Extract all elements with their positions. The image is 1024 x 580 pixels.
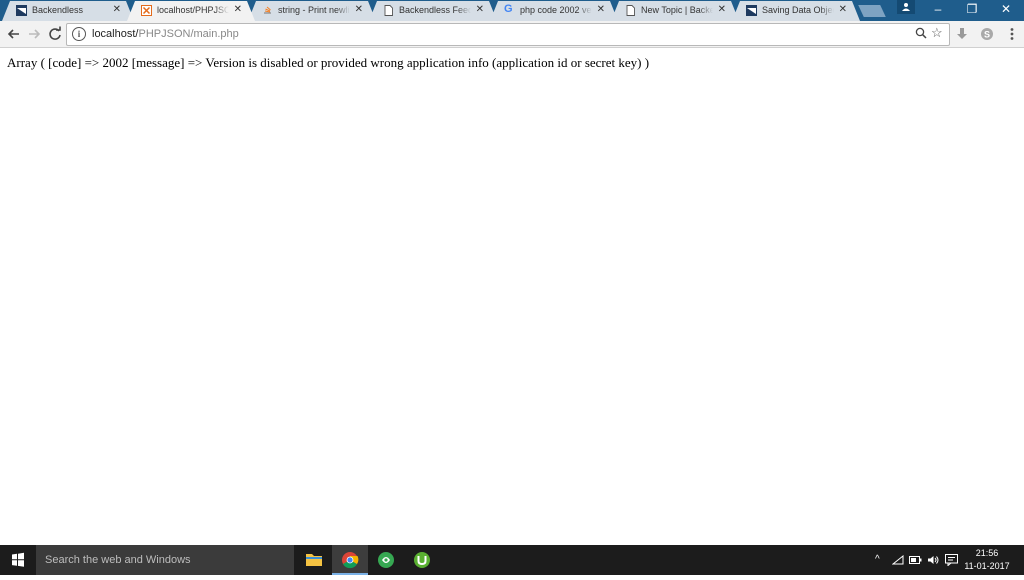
restore-button[interactable]: ❐ [955,0,989,20]
backendless-icon [16,5,27,16]
kebab-menu-icon [1010,28,1014,40]
utorrent-icon [414,552,430,568]
speaker-icon[interactable] [927,555,940,565]
address-bar[interactable]: i localhost/PHPJSON/main.php ☆ [66,23,950,46]
reload-icon [49,26,61,40]
tab-label: localhost/PHPJSON [157,5,229,15]
zoom-icon[interactable] [915,27,927,42]
chrome-button[interactable] [332,545,368,575]
tab-localhost[interactable]: localhost/PHPJSON ✕ [127,1,255,21]
start-button[interactable] [0,545,36,575]
tab-google-search[interactable]: G php code 2002 ver ✕ [490,1,618,21]
tab-backendless-feedback[interactable]: Backendless Feedb ✕ [369,1,497,21]
page-icon [384,5,393,16]
tab-label: php code 2002 ver [520,5,592,15]
battery-icon[interactable] [909,555,922,565]
tab-new-topic[interactable]: New Topic | Backer ✕ [611,1,739,21]
close-icon[interactable]: ✕ [355,4,363,16]
php-output-text: Array ( [code] => 2002 [message] => Vers… [7,55,650,70]
user-icon [902,3,910,11]
tab-label: string - Print newlin [278,5,350,15]
new-tab-button[interactable] [858,5,886,17]
windows-logo-icon [12,552,24,567]
arrow-left-icon [7,29,19,39]
arrow-right-icon [29,29,41,39]
stackoverflow-icon [264,6,271,14]
back-button[interactable] [5,25,23,43]
close-icon[interactable]: ✕ [718,4,726,16]
close-icon[interactable]: ✕ [597,4,605,16]
notifications-icon[interactable] [945,554,958,566]
folder-icon [306,554,322,566]
page-icon [626,5,635,16]
backendless-icon [746,5,757,16]
tab-backendless[interactable]: Backendless ✕ [2,1,134,21]
close-icon[interactable]: ✕ [839,4,847,16]
close-icon[interactable]: ✕ [234,4,242,16]
google-icon: G [504,3,513,15]
minimize-button[interactable]: – [921,0,955,20]
xampp-icon [141,5,152,16]
chrome-icon [342,552,359,569]
utorrent-button[interactable] [404,545,440,575]
clock-date: 11-01-2017 [964,561,1010,571]
info-icon[interactable]: i [72,27,86,41]
tab-saving-data[interactable]: Saving Data Object ✕ [732,1,860,21]
star-icon[interactable]: ☆ [931,25,943,41]
skype-extension-icon[interactable]: S [980,27,994,41]
close-icon[interactable]: ✕ [113,4,121,16]
clock-time: 21:56 [975,548,999,558]
tab-label: Backendless [32,5,84,15]
tab-label: Backendless Feedb [399,5,471,15]
tab-strip: Backendless ✕ localhost/PHPJSON ✕ string… [0,0,1024,21]
close-window-button[interactable]: ✕ [989,0,1023,20]
tab-label: Saving Data Object [762,5,834,15]
profile-button[interactable] [897,0,915,14]
menu-button[interactable] [1003,25,1021,43]
app-button[interactable] [368,545,404,575]
chevron-up-icon[interactable]: ^ [875,554,880,565]
reload-button[interactable] [46,25,64,43]
windows-taskbar: Search the web and Windows ^ 21:56 11-01… [0,545,1024,575]
browser-toolbar: i localhost/PHPJSON/main.php ☆ S [0,21,1024,48]
file-explorer-button[interactable] [296,545,332,575]
network-icon[interactable] [892,555,904,565]
forward-button[interactable] [25,25,43,43]
tab-stackoverflow[interactable]: string - Print newlin ✕ [248,1,376,21]
search-placeholder: Search the web and Windows [45,554,191,566]
system-clock[interactable]: 21:56 11-01-2017 [963,547,1011,573]
green-app-icon [378,552,394,568]
close-icon[interactable]: ✕ [476,4,484,16]
svg-text:S: S [984,30,990,40]
url-text: localhost/PHPJSON/main.php [92,28,239,40]
taskbar-search-box[interactable]: Search the web and Windows [36,545,294,575]
download-extension-icon[interactable] [955,27,969,41]
tab-label: New Topic | Backer [641,5,713,15]
